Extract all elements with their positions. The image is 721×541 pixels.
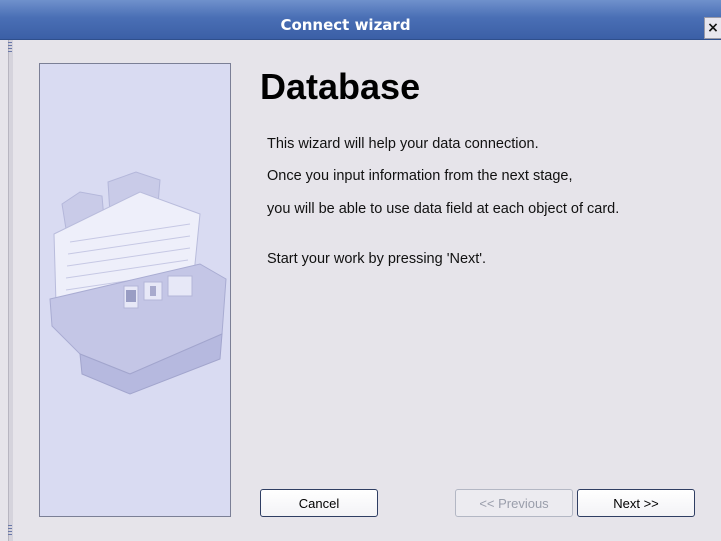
description-line-3: you will be able to use data field at ea… (267, 201, 620, 217)
window-left-edge (8, 40, 13, 541)
next-button[interactable]: Next >> (577, 489, 695, 517)
close-icon[interactable]: × (704, 17, 721, 39)
resize-grip-bottom[interactable] (8, 525, 12, 537)
side-illustration-panel (39, 63, 231, 517)
title-bar: Connect wizard × (0, 0, 721, 40)
description-line-1: This wizard will help your data connecti… (267, 136, 539, 152)
description-line-4: Start your work by pressing 'Next'. (267, 251, 487, 267)
page-title: Database (260, 66, 421, 107)
window-title: Connect wizard (280, 16, 411, 34)
card-index-box-icon (49, 171, 227, 395)
resize-grip-top[interactable] (8, 42, 12, 54)
description-line-2: Once you input information from the next… (267, 168, 573, 184)
cancel-button[interactable]: Cancel (260, 489, 378, 517)
previous-button[interactable]: << Previous (455, 489, 573, 517)
